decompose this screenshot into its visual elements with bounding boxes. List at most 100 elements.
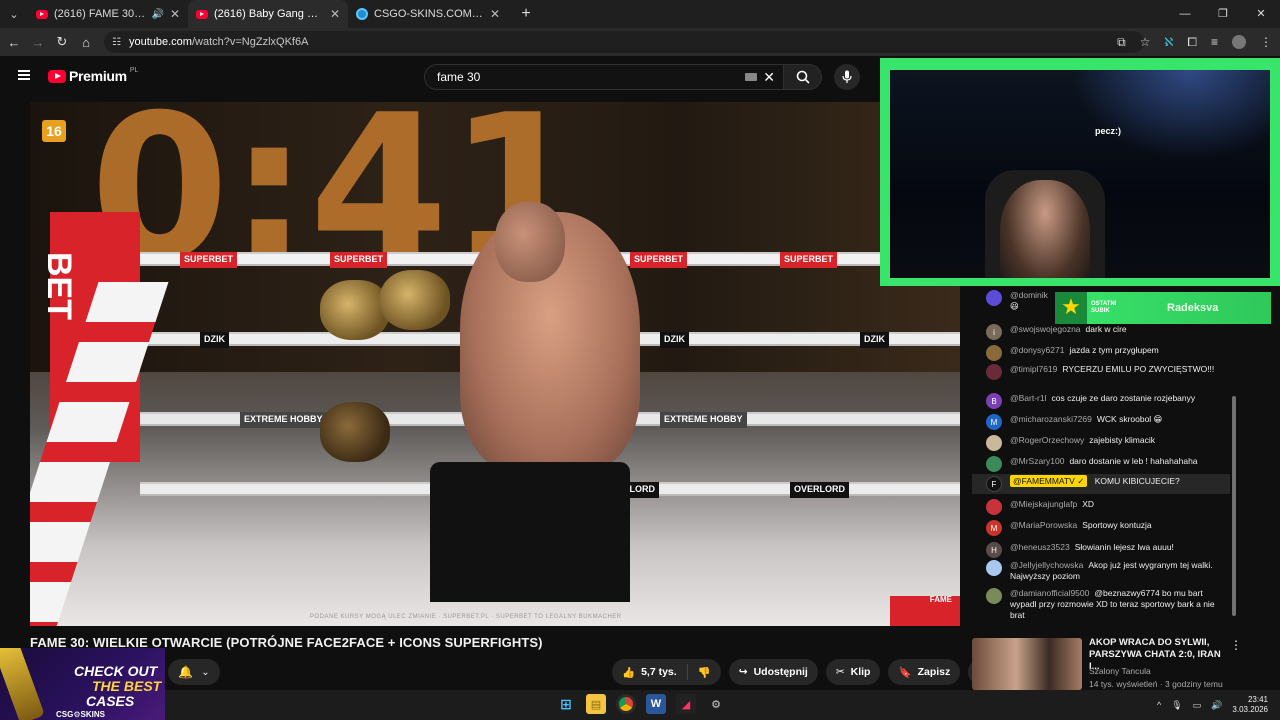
live-chat[interactable]: @dominik 😆 i @swojswojegozna dark w cire @…	[972, 286, 1242, 624]
chat-text: @donysy6271 jazda z tym przygłupem	[1010, 345, 1159, 355]
browser-menu-icon[interactable]: ⋮	[1260, 35, 1272, 49]
settings-gear-icon[interactable]: ⚙	[706, 694, 726, 714]
avatar: B	[986, 393, 1002, 409]
bookmark-star-icon[interactable]: ☆	[1140, 35, 1151, 49]
search-input[interactable]: fame 30 ✕	[424, 64, 784, 90]
forward-icon[interactable]: →	[26, 35, 50, 50]
menu-hamburger-icon[interactable]	[18, 70, 30, 80]
rope-brand: SUPERBET	[780, 252, 838, 268]
age-rating-badge: 16	[42, 120, 66, 142]
corner-brand: BET	[40, 252, 78, 320]
rope-brand: OVERLORD	[790, 482, 850, 498]
chat-message: i @swojswojegozna dark w cire	[986, 324, 1216, 340]
close-tab-icon[interactable]: ✕	[170, 7, 180, 21]
chat-text: @damianofficial9500 @beznazwy6774 bo mu b…	[1010, 588, 1215, 620]
clock[interactable]: 23:41 3.03.2026	[1232, 695, 1268, 715]
back-icon[interactable]: ←	[2, 35, 26, 50]
reading-list-icon[interactable]: ≡	[1211, 35, 1218, 49]
clock-date: 3.03.2026	[1232, 705, 1268, 714]
like-count: 5,7 tys.	[641, 666, 677, 678]
close-tab-icon[interactable]: ✕	[330, 7, 340, 21]
volume-icon[interactable]: 🔊	[1211, 700, 1222, 711]
chat-text: @micharozanski7269 WCK skroobol 😁	[1010, 414, 1163, 424]
search-button[interactable]	[784, 64, 822, 90]
reload-icon[interactable]: ↻	[50, 34, 74, 50]
recommended-meta: 14 tys. wyświetleń · 3 godziny temu	[1089, 679, 1223, 689]
chat-text: @FAMEMMATV ✓ KOMU KIBICUJECIE?	[1010, 475, 1180, 492]
chat-message: H @heneusz3523 Słowianin lejesz lwa auuu!	[986, 542, 1216, 558]
url-text: youtube.com/watch?v=NgZzlxQKf6A	[128, 36, 309, 48]
rope-brand: SUPERBET	[330, 252, 388, 268]
keyboard-icon[interactable]	[745, 73, 757, 81]
clear-search-icon[interactable]: ✕	[763, 69, 775, 86]
like-button[interactable]: 👍 5,7 tys.	[612, 659, 687, 685]
youtube-logo[interactable]: Premium PL	[48, 66, 139, 84]
system-tray: ^ 🎙 ▭ 🔊 23:41 3.03.2026	[1157, 690, 1268, 720]
install-app-icon[interactable]: ⧉	[1117, 35, 1126, 50]
new-tab-button[interactable]: +	[514, 2, 538, 26]
share-button[interactable]: ↪ Udostępnij	[728, 659, 818, 685]
boxing-glove	[380, 270, 450, 330]
avatar: M	[986, 520, 1002, 536]
share-icon: ↪	[738, 666, 748, 678]
notification-bell-button[interactable]: 🔔 ⌄	[168, 659, 220, 685]
chat-message: @timipl7619 RYCERZU EMILU PO ZWYCIĘSTWO!!…	[986, 364, 1216, 380]
rope-brand: DZIK	[860, 332, 889, 348]
facecam-caption: pecz:)	[1095, 126, 1122, 136]
browser-tab-baby-gang[interactable]: (2616) Baby Gang – Mentalité | ✕	[188, 0, 348, 28]
recommended-thumbnail[interactable]	[972, 638, 1082, 690]
app-icon[interactable]: ◢	[676, 694, 696, 714]
csgo-skins-ad[interactable]: CHECK OUT THE BEST CASES CSG⚙SKINS	[0, 648, 165, 720]
browser-tab-fame30[interactable]: (2616) FAME 30: WIELKIE O 🔊 ✕	[28, 0, 188, 28]
toolbar-right: ⧉ ☆ ℵ ⧠ ≡ ⋮	[1117, 28, 1272, 56]
logo-region: PL	[129, 66, 139, 74]
microphone-icon[interactable]: 🎙	[1171, 700, 1182, 711]
search-value: fame 30	[437, 70, 481, 84]
word-icon[interactable]: W	[646, 694, 666, 714]
tab-search-chevron-icon[interactable]: ⌄	[0, 8, 28, 21]
chat-text: @RogerOrzechowy zajebisty klimacik	[1010, 435, 1155, 445]
last-sub-banner: ★ OSTATNI SUBIK Radeksva	[1055, 292, 1271, 324]
logo-text: Premium	[69, 68, 127, 84]
boxing-glove	[320, 280, 390, 340]
windows-start-icon[interactable]: ⊞	[556, 694, 576, 714]
tray-arrow-icon[interactable]: ^	[1157, 700, 1161, 710]
close-window-icon[interactable]: ✕	[1242, 0, 1280, 28]
display-icon[interactable]: ▭	[1193, 700, 1202, 711]
chrome-icon[interactable]	[616, 694, 636, 714]
clip-button[interactable]: ✂ Klip	[825, 659, 881, 685]
avatar	[986, 499, 1002, 515]
close-tab-icon[interactable]: ✕	[490, 7, 500, 21]
recommended-channel[interactable]: Szalony Tancula	[1089, 666, 1151, 676]
thumbs-down-icon: 👎	[697, 666, 711, 679]
chat-scrollbar[interactable]	[1232, 396, 1236, 616]
dislike-button[interactable]: 👎	[688, 659, 721, 685]
avatar: i	[986, 324, 1002, 340]
extensions-puzzle-icon[interactable]: ⧠	[1187, 35, 1197, 50]
browser-tab-csgo-skins[interactable]: CSGO-SKINS.COM - Najlepsze ✕	[348, 0, 508, 28]
speaker-icon[interactable]: 🔊	[151, 9, 163, 20]
cam-light	[1070, 70, 1270, 160]
windows-taskbar: ⊞ ▤ W ◢ ⚙ ^ 🎙 ▭ 🔊 23:41 3.03.2026	[165, 690, 1280, 720]
file-explorer-icon[interactable]: ▤	[586, 694, 606, 714]
streamer	[1000, 180, 1090, 278]
voice-search-button[interactable]	[834, 64, 860, 90]
chat-text: @heneusz3523 Słowianin lejesz lwa auuu!	[1010, 542, 1174, 552]
video-player[interactable]: 0:41 SUPERBET SUPERBET SUPERBET SUPERBET…	[30, 102, 960, 626]
restore-icon[interactable]: ❐	[1204, 0, 1242, 28]
minimize-icon[interactable]: —	[1166, 0, 1204, 28]
clock-time: 23:41	[1247, 695, 1268, 704]
extension-icon[interactable]: ℵ	[1164, 35, 1173, 49]
save-button[interactable]: 🔖 Zapisz	[888, 659, 961, 685]
window-controls: — ❐ ✕	[1166, 0, 1280, 28]
site-info-icon[interactable]: ☷	[112, 37, 121, 48]
more-vertical-icon[interactable]: ⋮	[1230, 638, 1242, 652]
youtube-icon	[196, 9, 208, 19]
facecam-video: pecz:)	[890, 70, 1270, 278]
home-icon[interactable]: ⌂	[74, 35, 98, 50]
avatar	[986, 290, 1002, 306]
chat-text: @Bart-r1l cos czuje ze daro zostanie rozj…	[1010, 393, 1196, 403]
address-bar[interactable]: ☷ youtube.com/watch?v=NgZzlxQKf6A	[104, 31, 1144, 53]
profile-avatar-icon[interactable]	[1232, 35, 1246, 49]
chat-message: @damianofficial9500 @beznazwy6774 bo mu b…	[986, 588, 1216, 621]
